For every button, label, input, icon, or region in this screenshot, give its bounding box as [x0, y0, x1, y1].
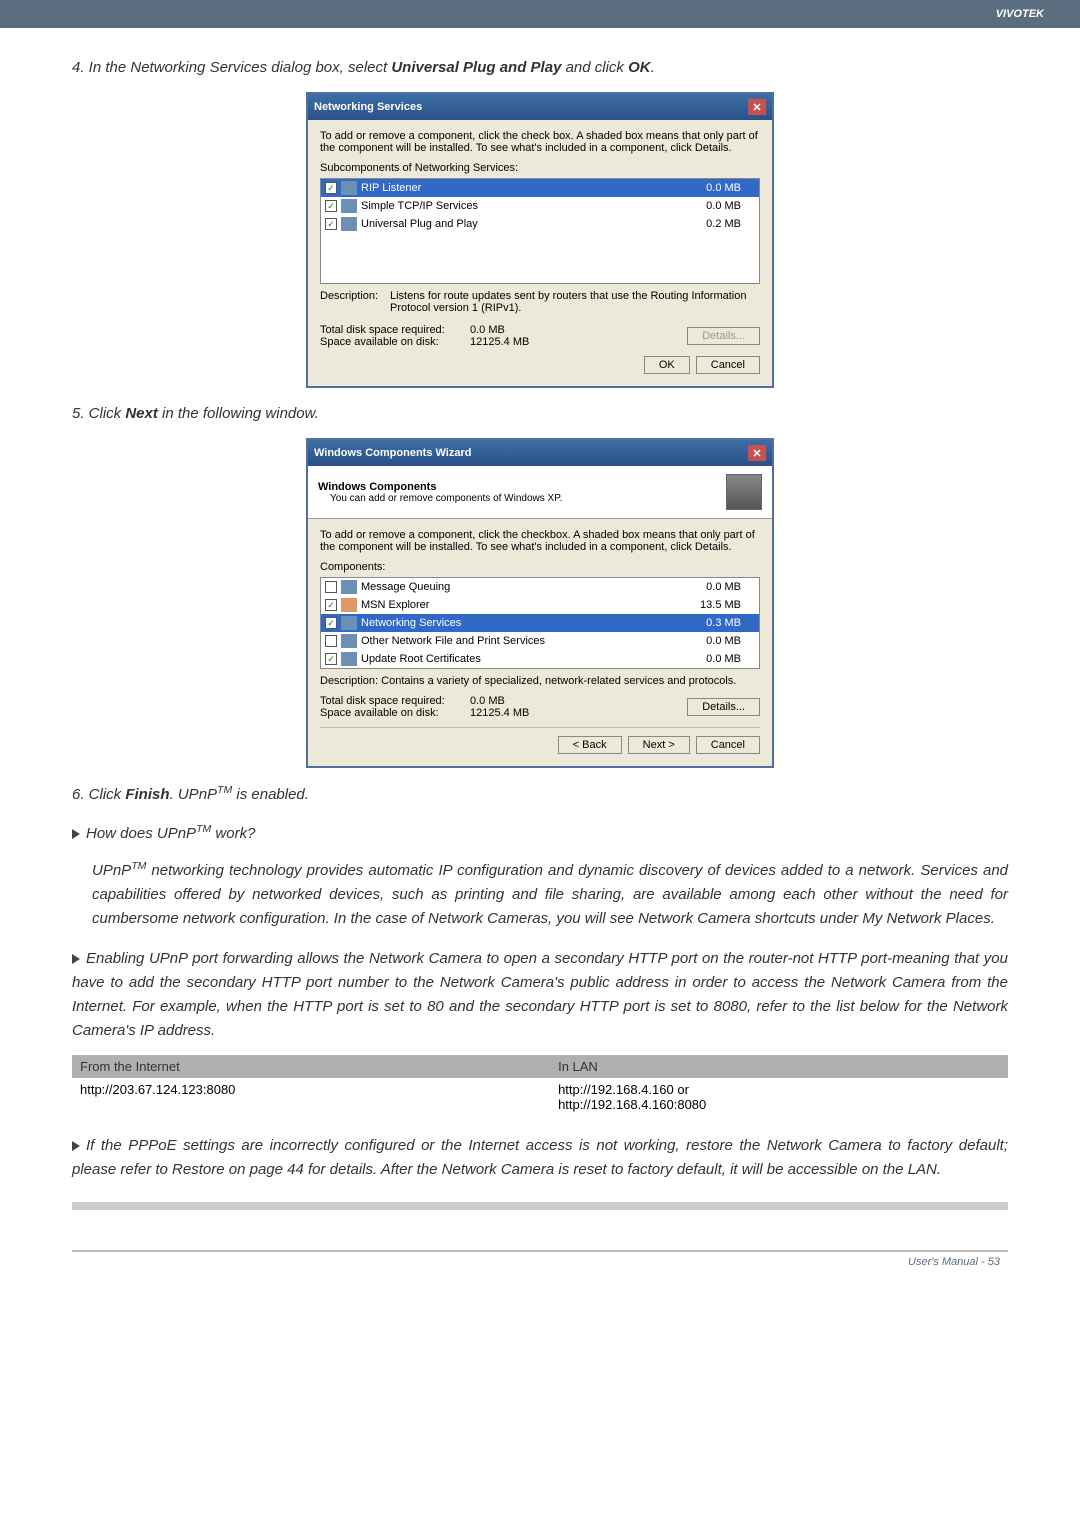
wizard-subheading: You can add or remove components of Wind… [330, 493, 562, 504]
list-item[interactable]: ✓MSN Explorer13.5 MB [321, 596, 759, 614]
checkbox-icon[interactable]: ✓ [325, 617, 337, 629]
divider-bar [72, 1202, 1008, 1210]
component-icon [341, 199, 357, 213]
cancel-button[interactable]: Cancel [696, 736, 760, 754]
checkbox-icon[interactable] [325, 581, 337, 593]
checkbox-icon[interactable]: ✓ [325, 653, 337, 665]
bullet-icon [72, 829, 80, 839]
components-list[interactable]: Message Queuing0.0 MB ✓MSN Explorer13.5 … [320, 577, 760, 669]
table-cell: http://203.67.124.123:8080 [72, 1078, 550, 1116]
details-button[interactable]: Details... [687, 698, 760, 716]
subcomponents-label: Subcomponents of Networking Services: [320, 162, 760, 174]
bullet-icon [72, 954, 80, 964]
checkbox-icon[interactable]: ✓ [325, 182, 337, 194]
checkbox-icon[interactable]: ✓ [325, 200, 337, 212]
list-item[interactable]: ✓Simple TCP/IP Services0.0 MB [321, 197, 759, 215]
description-text: Description: Contains a variety of speci… [320, 675, 760, 687]
close-icon[interactable]: ✕ [748, 445, 766, 461]
bullet-icon [72, 1141, 80, 1151]
back-button[interactable]: < Back [558, 736, 622, 754]
subcomponents-list[interactable]: ✓RIP Listener0.0 MB ✓Simple TCP/IP Servi… [320, 178, 760, 284]
component-icon [341, 634, 357, 648]
component-icon [341, 217, 357, 231]
description-label: Description: [320, 290, 390, 314]
next-button[interactable]: Next > [628, 736, 690, 754]
networking-services-dialog: Networking Services ✕ To add or remove a… [306, 92, 774, 388]
component-icon [341, 598, 357, 612]
wizard-heading: Windows Components [318, 481, 562, 493]
ok-button[interactable]: OK [644, 356, 690, 374]
dialog-title: Networking Services [314, 101, 422, 113]
list-item[interactable]: ✓RIP Listener0.0 MB [321, 179, 759, 197]
component-icon [341, 580, 357, 594]
component-icon [341, 616, 357, 630]
upnp-paragraph: UPnPTM networking technology provides au… [92, 858, 1008, 931]
port-paragraph: Enabling UPnP port forwarding allows the… [72, 947, 1008, 1043]
dialog-intro: To add or remove a component, click the … [320, 529, 760, 553]
component-icon [341, 652, 357, 666]
component-icon [341, 181, 357, 195]
list-item[interactable]: Other Network File and Print Services0.0… [321, 632, 759, 650]
page-number: User's Manual - 53 [908, 1256, 1000, 1268]
step5-text: 5. Click Next in the following window. [72, 402, 1008, 426]
dialog-intro: To add or remove a component, click the … [320, 130, 760, 154]
checkbox-icon[interactable] [325, 635, 337, 647]
table-header: From the Internet [72, 1055, 550, 1078]
list-item[interactable]: Message Queuing0.0 MB [321, 578, 759, 596]
pppoe-paragraph: If the PPPoE settings are incorrectly co… [72, 1134, 1008, 1182]
cancel-button[interactable]: Cancel [696, 356, 760, 374]
table-header: In LAN [550, 1055, 1008, 1078]
close-icon[interactable]: ✕ [748, 99, 766, 115]
step4-text: 4. In the Networking Services dialog box… [72, 56, 1008, 80]
description-text: Listens for route updates sent by router… [390, 290, 760, 314]
checkbox-icon[interactable]: ✓ [325, 599, 337, 611]
address-table: From the InternetIn LAN http://203.67.12… [72, 1055, 1008, 1116]
list-item[interactable]: ✓Universal Plug and Play0.2 MB [321, 215, 759, 233]
components-wizard-dialog: Windows Components Wizard ✕ Windows Comp… [306, 438, 774, 768]
list-item[interactable]: ✓Networking Services0.3 MB [321, 614, 759, 632]
brand-label: VIVOTEK [996, 8, 1044, 20]
checkbox-icon[interactable]: ✓ [325, 218, 337, 230]
upnp-question: How does UPnPTM work? [72, 821, 1008, 846]
dialog-title: Windows Components Wizard [314, 447, 471, 459]
components-label: Components: [320, 561, 760, 573]
table-cell: http://192.168.4.160 or http://192.168.4… [550, 1078, 1008, 1116]
details-button[interactable]: Details... [687, 327, 760, 345]
wizard-icon [726, 474, 762, 510]
step6-text: 6. Click Finish. UPnPTM is enabled. [72, 782, 1008, 807]
list-item[interactable]: ✓Update Root Certificates0.0 MB [321, 650, 759, 668]
